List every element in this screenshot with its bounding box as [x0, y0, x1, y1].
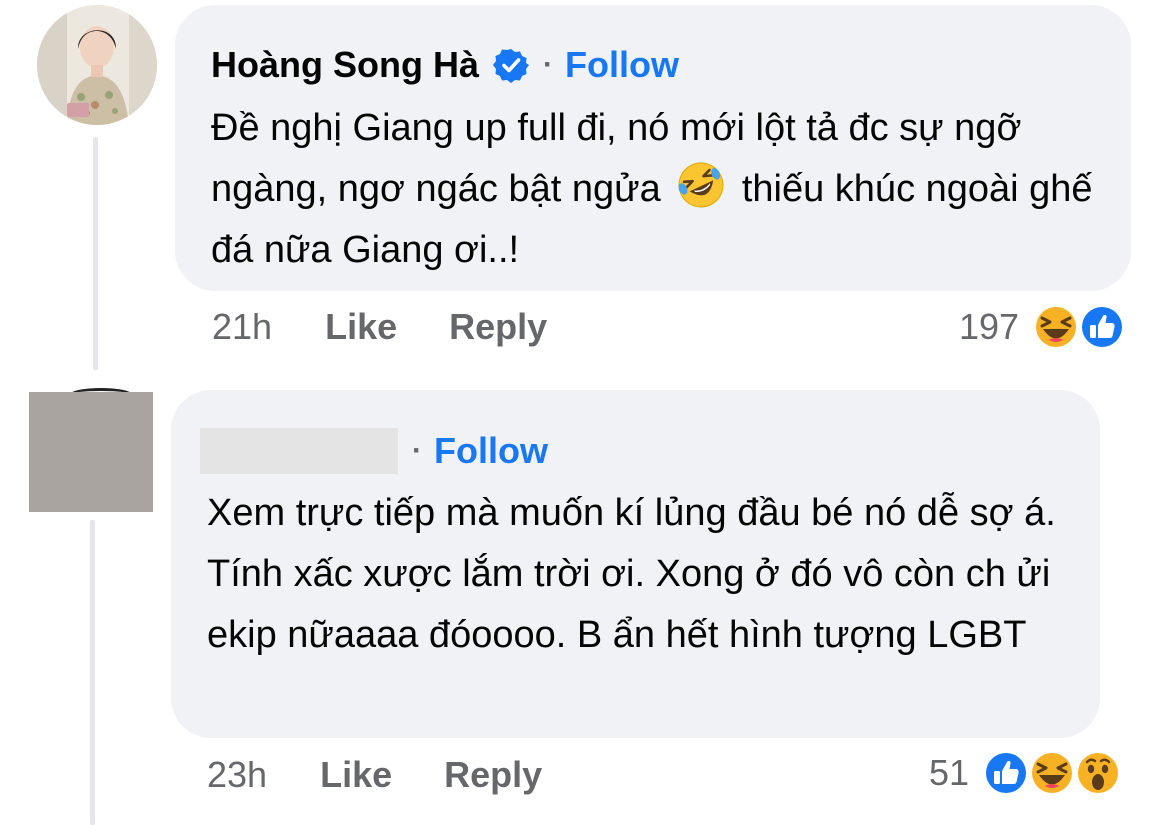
reaction-summary[interactable]: 197 — [959, 302, 1127, 352]
thread-line — [93, 137, 98, 370]
author-name-redacted[interactable] — [200, 428, 398, 474]
separator-dot: · — [543, 48, 553, 81]
comment-header: Hoàng Song Hà · Follow — [211, 44, 679, 86]
wow-reaction-icon — [1075, 750, 1122, 796]
reaction-count: 197 — [959, 306, 1020, 347]
comment-header: · Follow — [200, 428, 548, 474]
avatar-photo — [37, 5, 157, 125]
reaction-count: 51 — [929, 752, 970, 793]
follow-button[interactable]: Follow — [434, 430, 548, 472]
author-name[interactable]: Hoàng Song Hà — [211, 44, 479, 86]
like-reaction-icon — [983, 750, 1030, 796]
comment-text: Đề nghị Giang up full đi, nó mới lột tả … — [211, 98, 1111, 281]
haha-reaction-icon — [1033, 304, 1080, 350]
like-reaction-icon — [1079, 304, 1126, 350]
verified-badge-icon — [493, 49, 529, 83]
comment-actions: 21h Like Reply — [212, 306, 547, 348]
reply-button[interactable]: Reply — [444, 754, 542, 796]
haha-reaction-icon — [1029, 750, 1076, 796]
like-button[interactable]: Like — [325, 306, 397, 348]
comment-actions: 23h Like Reply — [207, 754, 542, 796]
follow-button[interactable]: Follow — [565, 44, 679, 86]
separator-dot: · — [412, 434, 422, 467]
timestamp[interactable]: 23h — [207, 754, 267, 796]
reaction-summary[interactable]: 51 — [929, 748, 1123, 798]
reply-button[interactable]: Reply — [449, 306, 547, 348]
thread-line — [90, 520, 95, 825]
like-button[interactable]: Like — [320, 754, 392, 796]
timestamp[interactable]: 21h — [212, 306, 272, 348]
comment-text: Xem trực tiếp mà muốn kí lủng đầu bé nó … — [207, 492, 1056, 656]
rofl-emoji-icon — [678, 162, 724, 208]
avatar-redacted[interactable] — [29, 392, 153, 512]
avatar[interactable] — [37, 5, 157, 125]
